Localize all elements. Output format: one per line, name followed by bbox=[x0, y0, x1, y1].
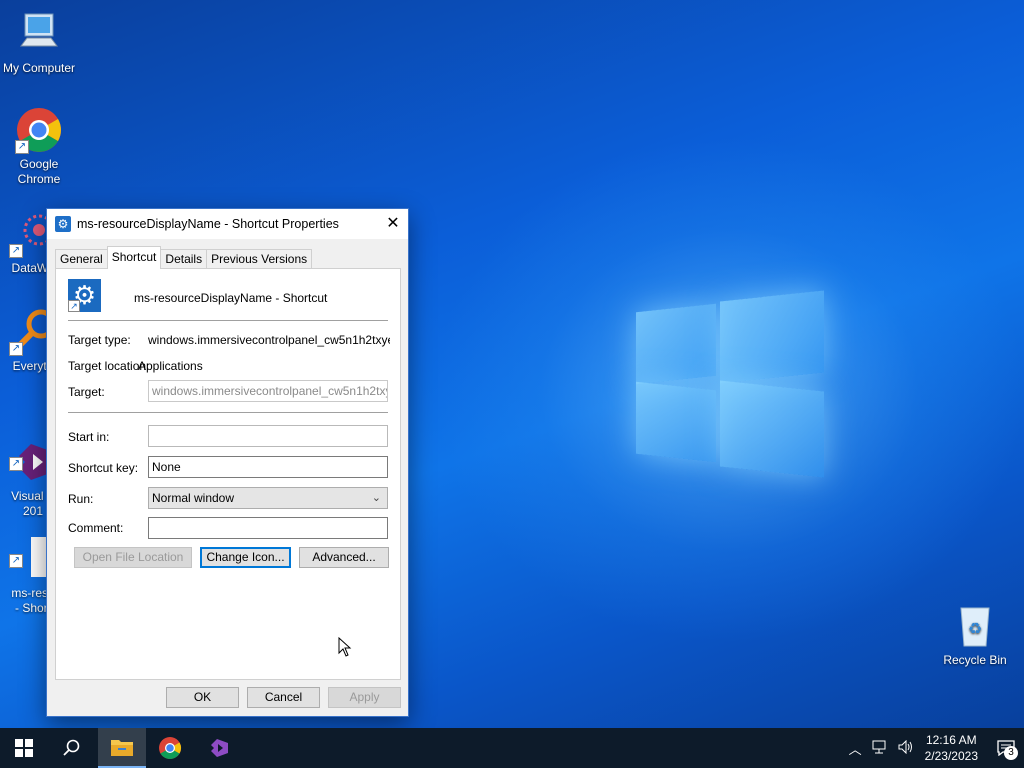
tab-previous-versions[interactable]: Previous Versions bbox=[206, 249, 313, 269]
network-icon[interactable] bbox=[872, 740, 888, 757]
tab-shortcut[interactable]: Shortcut bbox=[106, 246, 162, 269]
desktop-icon-recycle-bin[interactable]: ♻ Recycle Bin bbox=[936, 602, 1014, 668]
settings-gear-icon: ⚙ ↗ bbox=[68, 279, 101, 312]
clock-time: 12:16 AM bbox=[925, 733, 977, 747]
desktop-icon-google-chrome[interactable]: ↗ Google Chrome bbox=[0, 106, 78, 187]
cancel-button[interactable]: Cancel bbox=[247, 687, 320, 708]
clock[interactable]: 12:16 AM 2/23/2023 bbox=[925, 732, 978, 764]
shortcut-tab-panel: ⚙ ↗ ms-resourceDisplayName - Shortcut Tar… bbox=[55, 268, 401, 680]
dialog-titlebar[interactable]: ⚙ ms-resourceDisplayName - Shortcut Prop… bbox=[47, 209, 408, 239]
dialog-title: ms-resourceDisplayName - Shortcut Proper… bbox=[77, 217, 339, 231]
shortcut-arrow-icon: ↗ bbox=[9, 554, 23, 568]
start-button[interactable] bbox=[0, 728, 48, 768]
taskbar-file-explorer[interactable] bbox=[98, 728, 146, 768]
comment-field[interactable] bbox=[148, 517, 388, 539]
action-center-button[interactable]: 3 bbox=[988, 728, 1024, 768]
divider bbox=[68, 320, 388, 321]
search-button[interactable] bbox=[48, 728, 96, 768]
computer-icon bbox=[15, 10, 63, 58]
recycle-bin-icon: ♻ bbox=[951, 602, 999, 650]
divider bbox=[68, 412, 388, 413]
close-icon[interactable]: ✕ bbox=[378, 209, 408, 239]
search-icon bbox=[63, 739, 80, 756]
folder-icon bbox=[111, 740, 133, 756]
taskbar: ︿ 12:16 AM 2/23/2023 3 bbox=[0, 728, 1024, 768]
chrome-icon bbox=[159, 737, 181, 759]
tab-details[interactable]: Details bbox=[160, 249, 208, 269]
wallpaper-windows-logo bbox=[636, 290, 824, 480]
ok-button[interactable]: OK bbox=[166, 687, 239, 708]
change-icon-button[interactable]: Change Icon... bbox=[200, 547, 291, 568]
shortcut-arrow-icon: ↗ bbox=[9, 244, 23, 258]
target-label: Target: bbox=[68, 385, 105, 399]
taskbar-visual-studio[interactable] bbox=[194, 728, 242, 768]
gear-icon: ⚙ bbox=[55, 216, 71, 232]
target-type-label: Target type: bbox=[68, 333, 131, 347]
start-in-label: Start in: bbox=[68, 430, 110, 444]
svg-text:♻: ♻ bbox=[968, 619, 982, 638]
shortcut-arrow-icon: ↗ bbox=[68, 300, 80, 312]
notification-badge: 3 bbox=[1004, 746, 1018, 760]
shortcut-name: ms-resourceDisplayName - Shortcut bbox=[134, 291, 328, 305]
chevron-up-icon[interactable]: ︿ bbox=[849, 739, 862, 758]
desktop-icon-label: Google Chrome bbox=[17, 157, 61, 186]
comment-label: Comment: bbox=[68, 521, 124, 535]
tab-general[interactable]: General bbox=[55, 249, 108, 269]
desktop-icon-label: My Computer bbox=[2, 61, 76, 75]
tab-bar: General Shortcut Details Previous Versio… bbox=[55, 246, 313, 269]
shortcut-key-field[interactable]: None bbox=[148, 456, 388, 478]
target-location-value: Applications bbox=[138, 359, 203, 373]
apply-button[interactable]: Apply bbox=[328, 687, 401, 708]
shortcut-arrow-icon: ↗ bbox=[9, 457, 23, 471]
clock-date: 2/23/2023 bbox=[924, 749, 978, 763]
desktop-icon-my-computer[interactable]: My Computer bbox=[0, 10, 78, 76]
open-file-location-button[interactable]: Open File Location bbox=[74, 547, 192, 568]
start-in-field[interactable] bbox=[148, 425, 388, 447]
shortcut-arrow-icon: ↗ bbox=[9, 342, 23, 356]
shortcut-properties-dialog: ⚙ ms-resourceDisplayName - Shortcut Prop… bbox=[46, 208, 409, 717]
run-label: Run: bbox=[68, 492, 94, 506]
windows-logo-icon bbox=[15, 739, 33, 757]
advanced-button[interactable]: Advanced... bbox=[299, 547, 389, 568]
shortcut-key-label: Shortcut key: bbox=[68, 461, 139, 475]
volume-icon[interactable] bbox=[898, 739, 914, 757]
target-type-value: windows.immersivecontrolpanel_cw5n1h2txy… bbox=[148, 333, 390, 347]
run-select-value: Normal window bbox=[152, 491, 235, 505]
run-select[interactable]: Normal window ⌄ bbox=[148, 487, 388, 509]
shortcut-arrow-icon: ↗ bbox=[15, 140, 29, 154]
chevron-down-icon: ⌄ bbox=[371, 492, 381, 504]
chrome-icon: ↗ bbox=[15, 106, 63, 154]
visual-studio-icon bbox=[211, 739, 228, 757]
taskbar-chrome[interactable] bbox=[146, 728, 194, 768]
desktop-icon-label: Recycle Bin bbox=[943, 653, 1007, 667]
target-field[interactable]: windows.immersivecontrolpanel_cw5n1h2txy… bbox=[148, 380, 388, 402]
system-tray: ︿ 12:16 AM 2/23/2023 3 bbox=[844, 728, 1024, 768]
